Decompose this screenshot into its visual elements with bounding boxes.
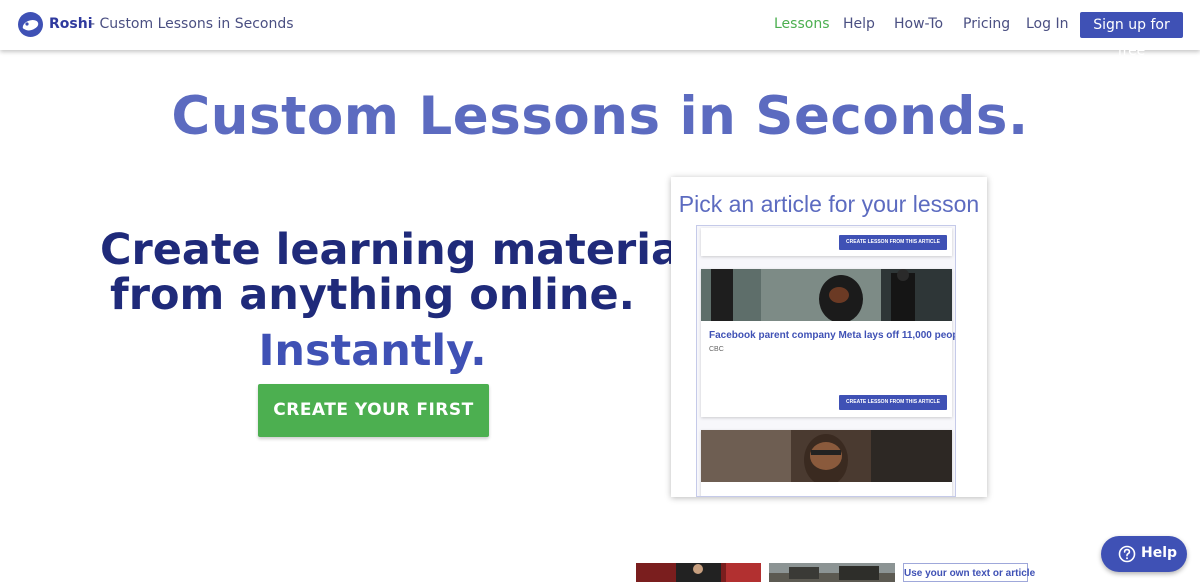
hero-title: Custom Lessons in Seconds.	[171, 86, 1029, 147]
sample-thumbnail[interactable]	[769, 563, 895, 582]
create-lesson-from-article-button[interactable]: CREATE LESSON FROM THIS ARTICLE	[839, 395, 947, 410]
nav-help[interactable]: Help	[843, 16, 875, 32]
help-label: Help	[1141, 545, 1178, 561]
article-list[interactable]: CREATE LESSON FROM THIS ARTICLE Facebook…	[696, 225, 956, 497]
sign-up-button[interactable]: Sign up for free	[1080, 12, 1183, 59]
preview-title: Pick an article for your lesson	[678, 191, 980, 217]
hero-subtitle-line-2: from anything online.	[110, 270, 635, 320]
nav-how-to[interactable]: How-To	[894, 16, 943, 32]
nav-log-in[interactable]: Log In	[1026, 16, 1068, 32]
hero-instantly-text: Instantly.	[258, 326, 487, 376]
article-card: CREATE LESSON FROM THIS ARTICLE	[701, 228, 952, 256]
brand-name[interactable]: Roshi	[49, 16, 93, 32]
use-own-text-button[interactable]: Use your own text or article	[903, 563, 1035, 582]
article-thumbnail	[701, 269, 952, 321]
create-first-lesson-button[interactable]: CREATE YOUR FIRST LESSON	[258, 384, 489, 473]
article-picker-preview: Pick an article for your lesson CREATE L…	[671, 177, 987, 497]
site-tagline: - Custom Lessons in Seconds	[90, 16, 294, 32]
article-card: Facebook parent company Meta lays off 11…	[701, 269, 955, 417]
article-source: CBC	[709, 346, 724, 353]
top-navbar: Roshi - Custom Lessons in Seconds Lesson…	[0, 0, 1200, 59]
nav-lessons[interactable]: Lessons	[774, 16, 830, 32]
sample-thumbnail[interactable]	[636, 563, 761, 582]
article-thumbnail	[701, 430, 952, 482]
help-floating-button[interactable]: Help	[1101, 536, 1187, 572]
article-card	[701, 430, 952, 496]
nav-pricing[interactable]: Pricing	[963, 16, 1010, 32]
article-headline[interactable]: Facebook parent company Meta lays off 11…	[709, 330, 955, 341]
question-circle-icon	[1118, 545, 1136, 563]
create-lesson-from-article-button[interactable]: CREATE LESSON FROM THIS ARTICLE	[839, 235, 947, 250]
hero-subtitle-line-1: Create learning material	[100, 225, 695, 275]
roshi-logo-icon[interactable]	[18, 12, 43, 37]
